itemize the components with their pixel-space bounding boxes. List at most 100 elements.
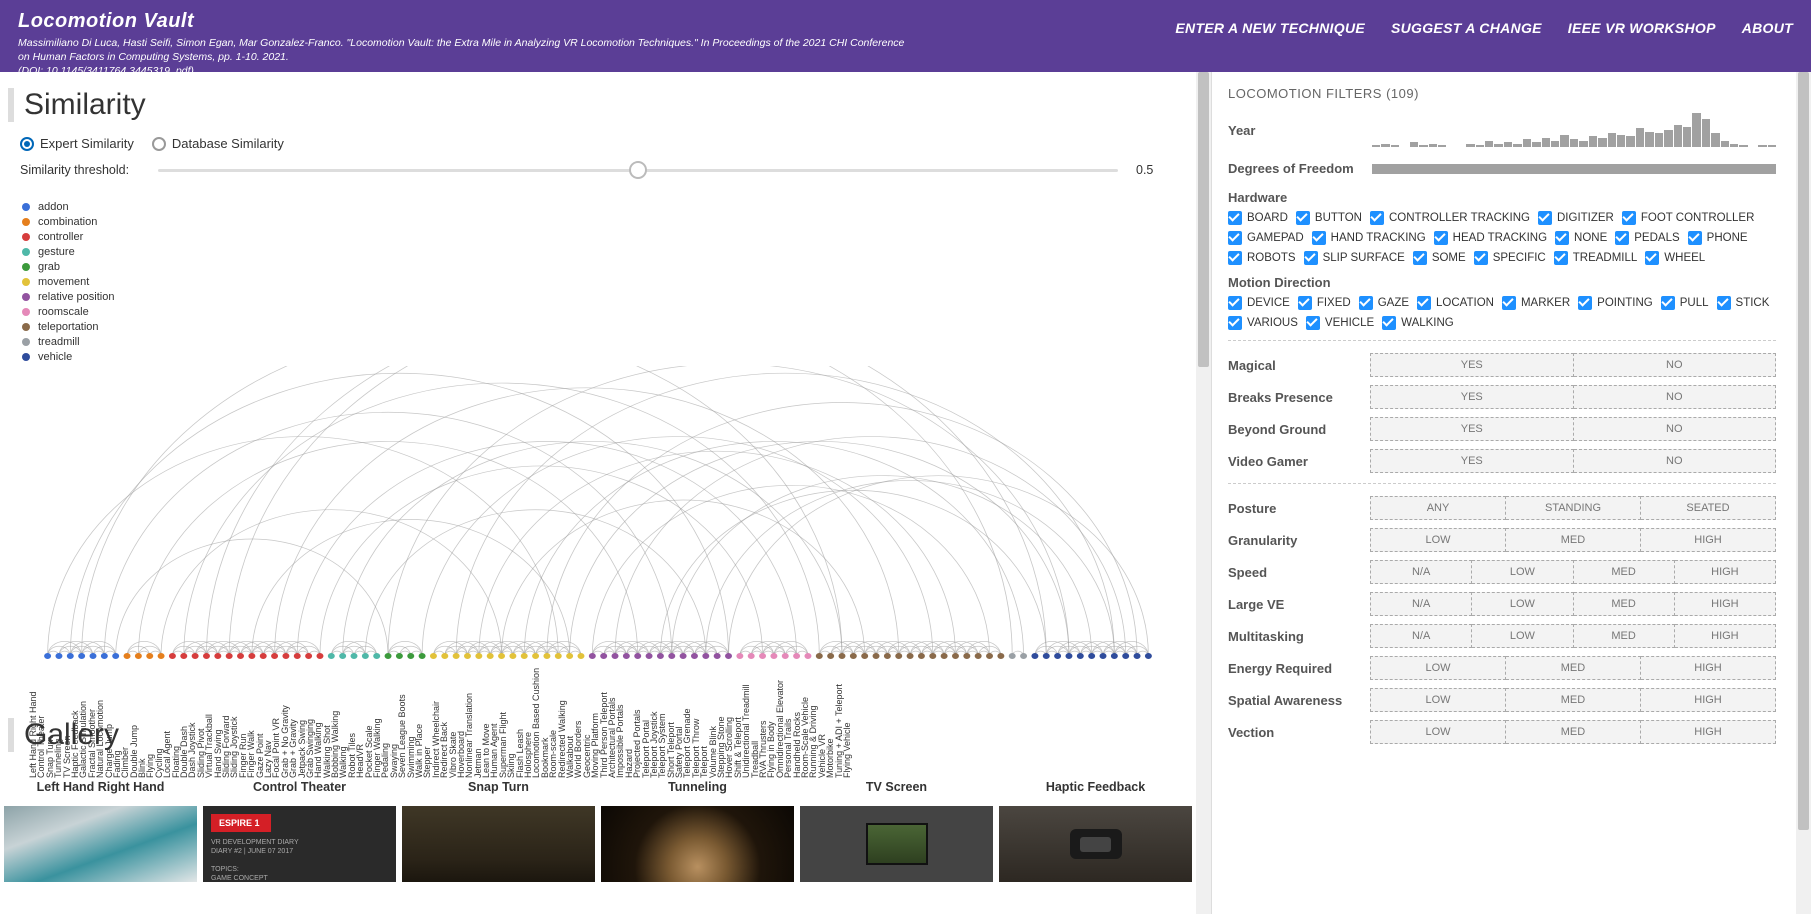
filter-option[interactable]: LOW (1370, 688, 1506, 712)
filter-option[interactable]: HIGH (1641, 528, 1776, 552)
filter-option[interactable]: NO (1574, 353, 1777, 377)
year-histogram[interactable] (1372, 113, 1776, 147)
legend-item[interactable]: relative position (22, 291, 1174, 303)
legend-item[interactable]: vehicle (22, 351, 1174, 363)
legend-item[interactable]: combination (22, 216, 1174, 228)
filter-option[interactable]: STANDING (1506, 496, 1641, 520)
filter-option[interactable]: HIGH (1675, 624, 1776, 648)
hardware-checkbox[interactable]: CONTROLLER TRACKING (1370, 211, 1530, 225)
gallery-card[interactable]: Haptic Feedback (999, 766, 1192, 882)
filter-option[interactable]: YES (1370, 449, 1574, 473)
bool-filter-row: Video GamerYESNO (1228, 449, 1776, 473)
filter-option[interactable]: LOW (1472, 592, 1573, 616)
filter-option[interactable]: MED (1506, 688, 1641, 712)
filter-option[interactable]: MED (1506, 656, 1641, 680)
filter-option[interactable]: HIGH (1641, 656, 1776, 680)
multi-filter-row: GranularityLOWMEDHIGH (1228, 528, 1776, 552)
filter-option[interactable]: N/A (1370, 624, 1472, 648)
filter-option[interactable]: LOW (1472, 624, 1573, 648)
filter-option[interactable]: LOW (1370, 720, 1506, 744)
hardware-checkbox[interactable]: BUTTON (1296, 211, 1362, 225)
motion-checkbox[interactable]: PULL (1661, 296, 1709, 310)
motion-checkboxes: DEVICE FIXED GAZE LOCATION MARKER POINTING PUL… (1228, 296, 1776, 330)
filter-option[interactable]: MED (1574, 592, 1675, 616)
gallery-card[interactable]: TV Screen (800, 766, 993, 882)
motion-checkbox[interactable]: VARIOUS (1228, 316, 1298, 330)
legend-item[interactable]: roomscale (22, 306, 1174, 318)
hardware-checkbox[interactable]: FOOT CONTROLLER (1622, 211, 1755, 225)
threshold-slider[interactable] (158, 169, 1118, 172)
filter-option[interactable]: HIGH (1641, 720, 1776, 744)
dof-range[interactable] (1372, 164, 1776, 174)
site-title: Locomotion Vault (18, 10, 1175, 33)
filter-option[interactable]: YES (1370, 353, 1574, 377)
nav-ieee-workshop[interactable]: IEEE VR WORKSHOP (1568, 20, 1716, 36)
filter-option[interactable]: NO (1574, 449, 1777, 473)
filter-option[interactable]: MED (1574, 624, 1675, 648)
filter-option[interactable]: NO (1574, 417, 1777, 441)
hardware-checkbox[interactable]: HAND TRACKING (1312, 231, 1426, 245)
threshold-value: 0.5 (1136, 163, 1176, 177)
gallery-card[interactable]: Tunneling (601, 766, 794, 882)
motion-checkbox[interactable]: STICK (1717, 296, 1770, 310)
filter-option[interactable]: HIGH (1675, 560, 1776, 584)
radio-database-similarity[interactable]: Database Similarity (152, 136, 284, 151)
motion-checkbox[interactable]: GAZE (1359, 296, 1409, 310)
nav-about[interactable]: ABOUT (1742, 20, 1793, 36)
filter-option[interactable]: LOW (1370, 656, 1506, 680)
filter-option[interactable]: YES (1370, 417, 1574, 441)
hardware-checkbox[interactable]: SLIP SURFACE (1304, 251, 1405, 265)
hardware-checkbox[interactable]: ROBOTS (1228, 251, 1296, 265)
legend-item[interactable]: addon (22, 201, 1174, 213)
filter-option[interactable]: LOW (1370, 528, 1506, 552)
hardware-checkbox[interactable]: SPECIFIC (1474, 251, 1546, 265)
hardware-checkbox[interactable]: PHONE (1688, 231, 1748, 245)
motion-checkbox[interactable]: LOCATION (1417, 296, 1494, 310)
hardware-checkbox[interactable]: HEAD TRACKING (1434, 231, 1547, 245)
hardware-checkbox[interactable]: NONE (1555, 231, 1607, 245)
legend-item[interactable]: grab (22, 261, 1174, 273)
similarity-heading: Similarity (8, 88, 1196, 122)
filter-option[interactable]: SEATED (1641, 496, 1776, 520)
legend-item[interactable]: teleportation (22, 321, 1174, 333)
filter-option[interactable]: N/A (1370, 560, 1472, 584)
arc-diagram[interactable] (22, 366, 1174, 676)
motion-checkbox[interactable]: POINTING (1578, 296, 1653, 310)
gallery-row: Left Hand Right HandControl TheaterESPIR… (4, 766, 1192, 882)
filter-option[interactable]: HIGH (1641, 688, 1776, 712)
nav-suggest-change[interactable]: SUGGEST A CHANGE (1391, 20, 1542, 36)
motion-checkbox[interactable]: DEVICE (1228, 296, 1290, 310)
radio-expert-similarity[interactable]: Expert Similarity (20, 136, 134, 151)
filter-option[interactable]: HIGH (1675, 592, 1776, 616)
hardware-checkbox[interactable]: BOARD (1228, 211, 1288, 225)
hardware-checkbox[interactable]: DIGITIZER (1538, 211, 1614, 225)
hardware-checkbox[interactable]: PEDALS (1615, 231, 1679, 245)
filter-option[interactable]: MED (1506, 528, 1641, 552)
motion-checkbox[interactable]: FIXED (1298, 296, 1351, 310)
filter-option[interactable]: MED (1574, 560, 1675, 584)
legend-item[interactable]: treadmill (22, 336, 1174, 348)
filter-option[interactable]: N/A (1370, 592, 1472, 616)
legend-item[interactable]: controller (22, 231, 1174, 243)
hardware-checkbox[interactable]: WHEEL (1645, 251, 1705, 265)
gallery-card[interactable]: Snap Turn (402, 766, 595, 882)
motion-checkbox[interactable]: MARKER (1502, 296, 1570, 310)
gallery-card[interactable]: Left Hand Right Hand (4, 766, 197, 882)
filter-option[interactable]: LOW (1472, 560, 1573, 584)
hardware-checkbox[interactable]: GAMEPAD (1228, 231, 1304, 245)
nav-enter-technique[interactable]: ENTER A NEW TECHNIQUE (1175, 20, 1365, 36)
filter-option[interactable]: YES (1370, 385, 1574, 409)
legend-item[interactable]: movement (22, 276, 1174, 288)
legend-item[interactable]: gesture (22, 246, 1174, 258)
sidebar-scrollbar[interactable] (1796, 72, 1811, 914)
filter-option[interactable]: ANY (1370, 496, 1506, 520)
technique-label[interactable]: Flying Vehicle (842, 770, 852, 778)
hardware-checkbox[interactable]: TREADMILL (1554, 251, 1638, 265)
main-scrollbar[interactable] (1196, 72, 1211, 914)
motion-checkbox[interactable]: VEHICLE (1306, 316, 1374, 330)
hardware-checkbox[interactable]: SOME (1413, 251, 1466, 265)
filter-option[interactable]: NO (1574, 385, 1777, 409)
filter-option[interactable]: MED (1506, 720, 1641, 744)
motion-checkbox[interactable]: WALKING (1382, 316, 1454, 330)
gallery-card[interactable]: Control TheaterESPIRE 1VR DEVELOPMENT DI… (203, 766, 396, 882)
